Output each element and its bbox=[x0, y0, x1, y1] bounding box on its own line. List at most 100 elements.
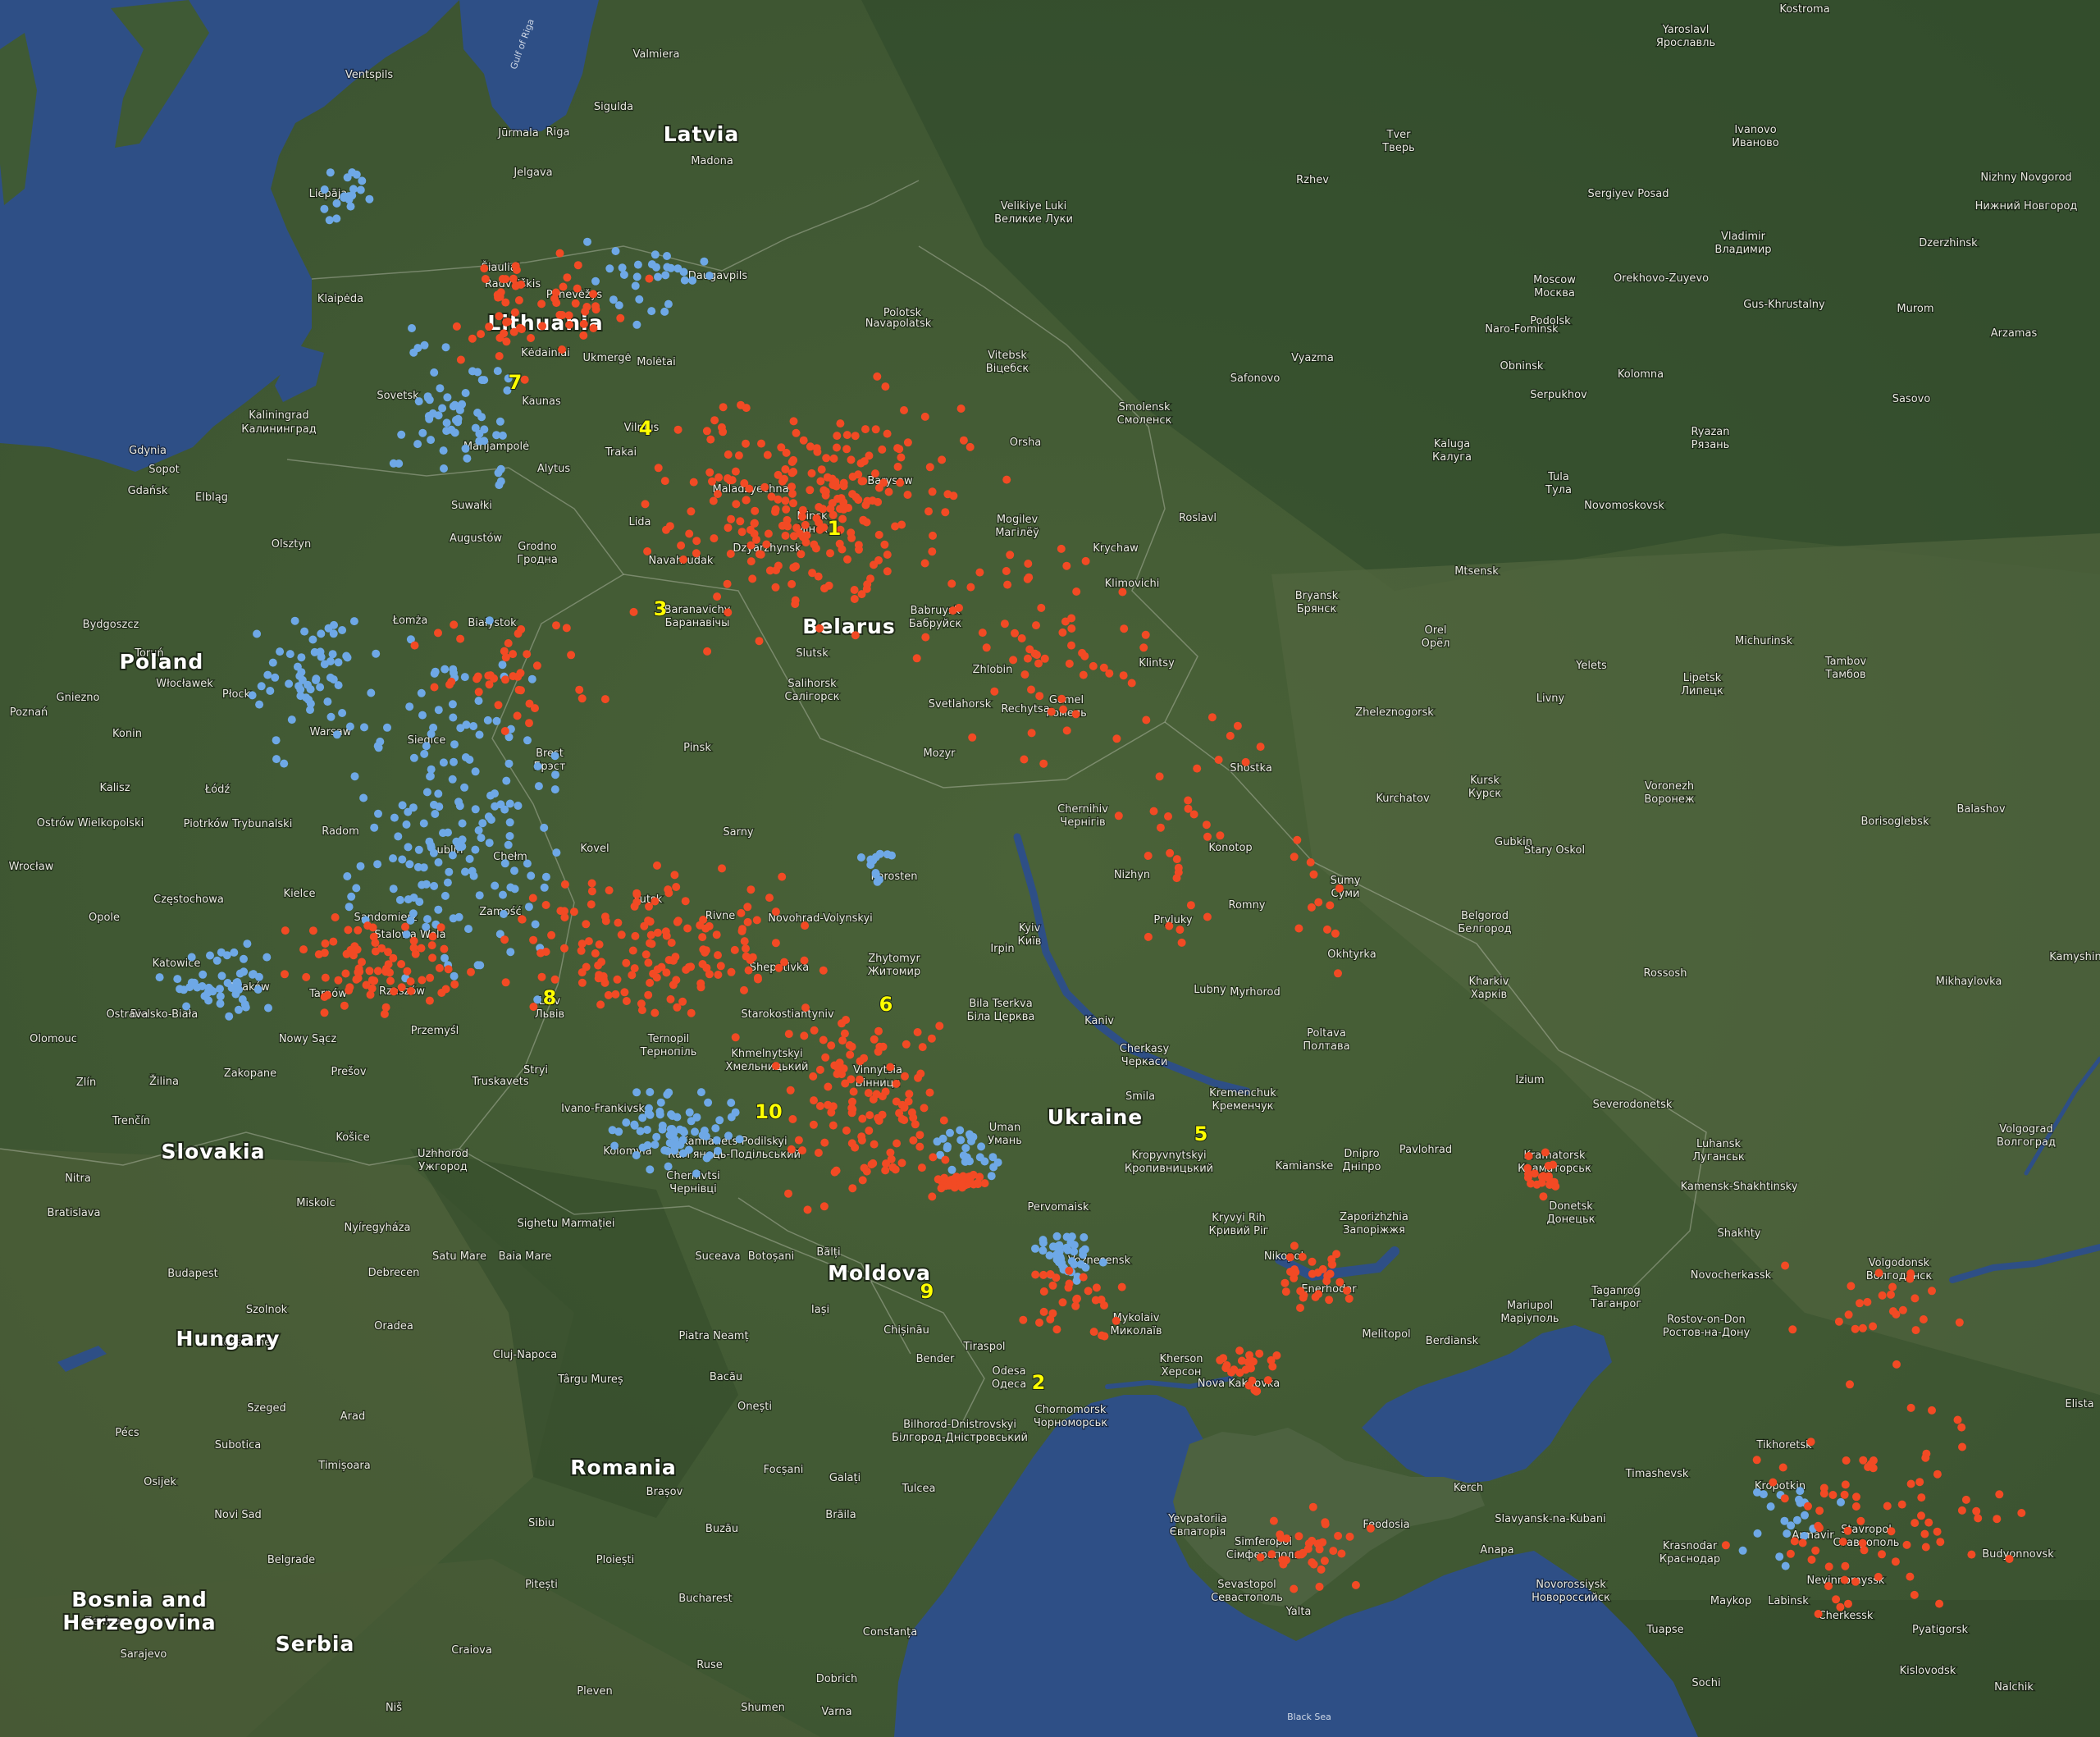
red-data-point bbox=[1058, 628, 1067, 637]
red-data-point bbox=[1780, 1494, 1789, 1503]
red-data-point bbox=[1072, 587, 1081, 596]
blue-data-point bbox=[454, 912, 463, 921]
city-label: Sighetu Marmației bbox=[517, 1218, 614, 1230]
red-data-point bbox=[1062, 726, 1071, 735]
blue-data-point bbox=[483, 715, 492, 725]
red-data-point bbox=[1079, 1273, 1088, 1282]
red-data-point bbox=[1544, 1161, 1553, 1170]
red-data-point bbox=[1091, 1296, 1100, 1305]
red-data-point bbox=[632, 889, 641, 898]
red-data-point bbox=[737, 528, 746, 537]
red-data-point bbox=[1184, 796, 1193, 805]
red-data-point bbox=[1878, 1550, 1886, 1559]
blue-data-point bbox=[661, 271, 670, 280]
blue-data-point bbox=[1801, 1511, 1809, 1520]
red-data-point bbox=[582, 920, 591, 929]
red-data-point bbox=[881, 1087, 890, 1096]
red-data-point bbox=[1293, 835, 1302, 844]
city-label: Shumen bbox=[741, 1702, 785, 1714]
red-data-point bbox=[1067, 641, 1075, 650]
red-data-point bbox=[1888, 1282, 1897, 1291]
blue-data-point bbox=[663, 1090, 672, 1099]
red-data-point bbox=[1541, 1148, 1550, 1157]
city-label: Pavlohrad bbox=[1399, 1144, 1452, 1156]
red-data-point bbox=[927, 1034, 936, 1043]
blue-data-point bbox=[638, 1143, 647, 1152]
blue-data-point bbox=[176, 985, 185, 994]
red-data-point bbox=[587, 900, 596, 909]
red-data-point bbox=[1114, 811, 1123, 821]
red-data-point bbox=[1285, 1253, 1294, 1262]
blue-data-point bbox=[663, 252, 671, 260]
red-data-point bbox=[1721, 1541, 1730, 1550]
red-data-point bbox=[1974, 1514, 1983, 1523]
red-data-point bbox=[679, 555, 688, 564]
red-data-point bbox=[1144, 932, 1153, 941]
city-label: Budyonnovsk bbox=[1982, 1548, 2054, 1561]
city-label: Kislovodsk bbox=[1900, 1665, 1956, 1677]
blue-data-point bbox=[294, 682, 304, 691]
city-label: Кропивницький bbox=[1125, 1163, 1213, 1175]
red-data-point bbox=[1290, 1273, 1299, 1282]
blue-data-point bbox=[609, 295, 618, 304]
red-data-point bbox=[502, 337, 511, 346]
red-data-point bbox=[724, 523, 733, 533]
red-data-point bbox=[709, 496, 718, 505]
city-label: Khmelnytskyi bbox=[731, 1048, 802, 1060]
red-data-point bbox=[1269, 1516, 1278, 1525]
blue-data-point bbox=[656, 1098, 665, 1107]
blue-data-point bbox=[692, 1169, 701, 1178]
city-label: Чорноморськ bbox=[1034, 1417, 1107, 1429]
red-data-point bbox=[800, 956, 809, 965]
city-label: Біла Церква bbox=[967, 1011, 1035, 1023]
red-data-point bbox=[858, 1176, 867, 1185]
blue-data-point bbox=[856, 853, 865, 862]
red-data-point bbox=[666, 994, 675, 1003]
city-label: Focșani bbox=[764, 1464, 804, 1476]
blue-data-point bbox=[272, 755, 281, 764]
city-label: Kurchatov bbox=[1376, 793, 1430, 805]
city-label: Szeged bbox=[247, 1402, 286, 1415]
red-data-point bbox=[1039, 1307, 1048, 1316]
blue-data-point bbox=[469, 722, 478, 730]
red-data-point bbox=[1935, 1599, 1944, 1608]
blue-data-point bbox=[383, 723, 391, 732]
blue-data-point bbox=[504, 759, 514, 768]
red-data-point bbox=[1245, 1351, 1253, 1360]
red-data-point bbox=[1000, 619, 1009, 629]
blue-data-point bbox=[427, 841, 436, 850]
red-data-point bbox=[410, 641, 419, 650]
blue-data-point bbox=[465, 755, 474, 764]
blue-data-point bbox=[296, 692, 305, 701]
city-label: Магілёў bbox=[995, 527, 1039, 539]
city-label: Нижний Новгород bbox=[1975, 200, 2078, 213]
city-label: Kaliningrad bbox=[249, 409, 308, 422]
blue-data-point bbox=[591, 277, 600, 286]
blue-data-point bbox=[735, 1135, 744, 1144]
city-label: Kielce bbox=[284, 888, 316, 900]
city-label: Kremenchuk bbox=[1209, 1087, 1276, 1099]
blue-data-point bbox=[460, 783, 469, 792]
red-data-point bbox=[517, 686, 525, 695]
map-canvas[interactable]: Gulf of RigaBlack Sea RigaJūrmalaJelgava… bbox=[0, 0, 2100, 1737]
red-data-point bbox=[724, 608, 733, 617]
red-data-point bbox=[826, 549, 834, 558]
blue-data-point bbox=[448, 851, 457, 860]
blue-data-point bbox=[216, 999, 225, 1008]
city-label: Vladimir bbox=[1721, 231, 1766, 243]
red-data-point bbox=[1318, 1264, 1327, 1273]
red-data-point bbox=[1241, 757, 1250, 766]
city-label: Ryazan bbox=[1691, 426, 1729, 438]
blue-data-point bbox=[440, 464, 448, 473]
blue-data-point bbox=[441, 343, 450, 352]
red-data-point bbox=[838, 545, 847, 554]
blue-data-point bbox=[402, 820, 411, 829]
blue-data-point bbox=[328, 650, 337, 659]
red-data-point bbox=[646, 978, 655, 987]
blue-data-point bbox=[647, 307, 656, 316]
red-data-point bbox=[1048, 1281, 1057, 1290]
city-label: Stary Oskol bbox=[1524, 844, 1585, 857]
red-data-point bbox=[1035, 692, 1044, 701]
city-label: Kryvyi Rih bbox=[1212, 1212, 1266, 1224]
city-label: Суми bbox=[1331, 888, 1359, 900]
